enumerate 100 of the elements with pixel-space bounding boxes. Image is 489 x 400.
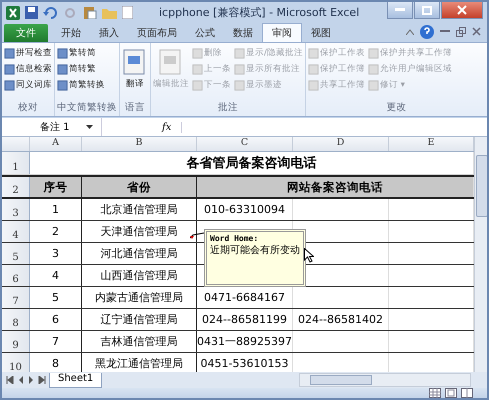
row-header[interactable]: 1: [2, 152, 30, 174]
close-icon: [457, 5, 467, 15]
help-icon[interactable]: [420, 24, 434, 39]
first-sheet-icon[interactable]: [6, 376, 14, 384]
square-icon: [308, 80, 319, 91]
leader-line: [190, 232, 204, 240]
square-icon: [4, 64, 15, 75]
column-header[interactable]: C: [197, 137, 293, 152]
table-cell: 3: [30, 243, 82, 264]
table-cell: 内蒙古通信管理局: [82, 287, 197, 308]
square-icon: [368, 48, 379, 59]
save-icon[interactable]: [25, 6, 38, 20]
row-header[interactable]: 10: [2, 353, 30, 372]
group-label: 批注: [216, 101, 239, 116]
ribbon-tab[interactable]: 页面布局: [128, 24, 186, 42]
table-cell: 4: [30, 265, 82, 286]
table-cell: 0431一88925397: [197, 331, 293, 352]
row-header[interactable]: 9: [2, 331, 30, 352]
table-cell: 7: [30, 331, 82, 352]
square-icon: [308, 64, 319, 75]
column-header[interactable]: D: [293, 137, 389, 152]
group-label: 校对: [17, 101, 39, 116]
row-header[interactable]: 2: [2, 177, 30, 198]
table-cell: 辽宁通信管理局: [82, 309, 197, 330]
name-box[interactable]: 备注 1: [2, 118, 102, 136]
table-cell: 1: [30, 199, 82, 220]
square-icon: [368, 80, 379, 91]
excel-logo-icon: [6, 6, 20, 20]
square-icon: [192, 64, 203, 75]
table-cell: 024--86581402: [293, 309, 389, 330]
ribbon-tab[interactable]: 视图: [302, 24, 340, 42]
ribbon-button[interactable]: 信息检索: [4, 62, 52, 77]
table-cell: 6: [30, 309, 82, 330]
ribbon-tab[interactable]: 数据: [224, 24, 262, 42]
square-icon: [234, 64, 245, 75]
ribbon-button[interactable]: 拼写检查: [4, 46, 52, 61]
comment-box[interactable]: Word Home: 近期可能会有所变动: [204, 229, 306, 288]
minimize-icon[interactable]: [440, 30, 450, 34]
previous-sheet-icon[interactable]: [18, 376, 24, 384]
row-header[interactable]: 3: [2, 199, 30, 220]
undo-icon[interactable]: [43, 6, 59, 19]
last-sheet-icon[interactable]: [38, 376, 46, 384]
square-icon: [192, 80, 203, 91]
file-tab[interactable]: 文件: [4, 24, 48, 42]
cursor-icon: [304, 248, 314, 264]
vertical-scrollbar[interactable]: [474, 137, 487, 372]
normal-view-icon[interactable]: [429, 388, 441, 398]
table-cell: 5: [30, 287, 82, 308]
row-header[interactable]: 5: [2, 243, 30, 264]
close-icon[interactable]: [472, 27, 481, 36]
table-cell: 010-63310094: [197, 199, 293, 220]
table-cell: 北京通信管理局: [82, 199, 197, 220]
ribbon-tab[interactable]: 审阅: [262, 22, 302, 42]
square-icon: [234, 80, 245, 91]
ribbon-button[interactable]: 翻译: [122, 46, 148, 90]
row-header[interactable]: 7: [2, 287, 30, 308]
page-break-icon[interactable]: [461, 388, 473, 398]
group-label: 更改: [385, 101, 408, 116]
page-layout-icon[interactable]: [445, 388, 457, 398]
window-title: icpphone [兼容模式] - Microsoft Excel: [158, 5, 360, 20]
maximize-icon: [422, 6, 432, 14]
table-header: 序号: [30, 177, 82, 198]
row-header[interactable]: 6: [2, 265, 30, 286]
square-icon: [4, 80, 15, 91]
horizontal-scrollbar[interactable]: [299, 373, 471, 388]
square-icon: [192, 48, 203, 59]
row-header[interactable]: 8: [2, 309, 30, 330]
maximize-button[interactable]: [414, 2, 440, 19]
square-icon: [234, 48, 245, 59]
restore-icon[interactable]: [456, 26, 466, 37]
close-button[interactable]: [441, 2, 483, 19]
ribbon-tab[interactable]: 开始: [52, 24, 90, 42]
ribbon-button[interactable]: 简转繁: [57, 62, 105, 77]
sheet-tab[interactable]: Sheet1: [49, 372, 102, 388]
next-sheet-icon[interactable]: [28, 376, 34, 384]
square-icon: [57, 80, 68, 91]
table-cell: 山西通信管理局: [82, 265, 197, 286]
table-header: 省份: [82, 177, 197, 198]
insert-function-button[interactable]: fx: [102, 122, 182, 133]
square-icon: [308, 48, 319, 59]
minimize-button[interactable]: [387, 2, 413, 19]
group-label: 中文简繁转换: [57, 101, 117, 116]
ribbon-tab[interactable]: 公式: [186, 24, 224, 42]
ribbon-button[interactable]: 简繁转换: [57, 78, 105, 93]
table-cell: 河北通信管理局: [82, 243, 197, 264]
column-header[interactable]: A: [30, 137, 82, 152]
document-icon[interactable]: [122, 6, 133, 20]
row-header[interactable]: 4: [2, 221, 30, 242]
square-icon: [368, 64, 379, 75]
minimize-icon: [395, 8, 405, 12]
group-label: 语言: [124, 101, 146, 116]
paste-icon[interactable]: [83, 6, 97, 20]
column-header[interactable]: B: [82, 137, 197, 152]
ribbon-button[interactable]: 同义词库: [4, 78, 52, 93]
ribbon-tab[interactable]: 插入: [90, 24, 128, 42]
table-cell: 024--86581199: [197, 309, 293, 330]
collapse-ribbon-icon[interactable]: [406, 28, 414, 35]
square-icon: [57, 48, 68, 59]
square-icon: [4, 48, 15, 59]
ribbon-button[interactable]: 繁转简: [57, 46, 105, 61]
